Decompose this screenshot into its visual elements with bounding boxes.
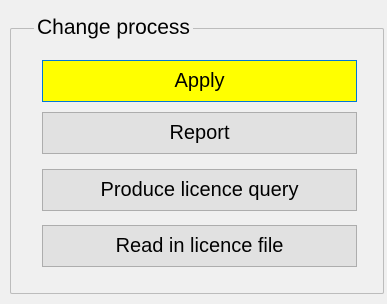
groupbox-title: Change process xyxy=(34,15,193,41)
read-licence-file-button[interactable]: Read in licence file xyxy=(42,225,357,267)
apply-button[interactable]: Apply xyxy=(42,60,357,102)
produce-licence-query-button[interactable]: Produce licence query xyxy=(42,169,357,211)
report-button[interactable]: Report xyxy=(42,112,357,154)
